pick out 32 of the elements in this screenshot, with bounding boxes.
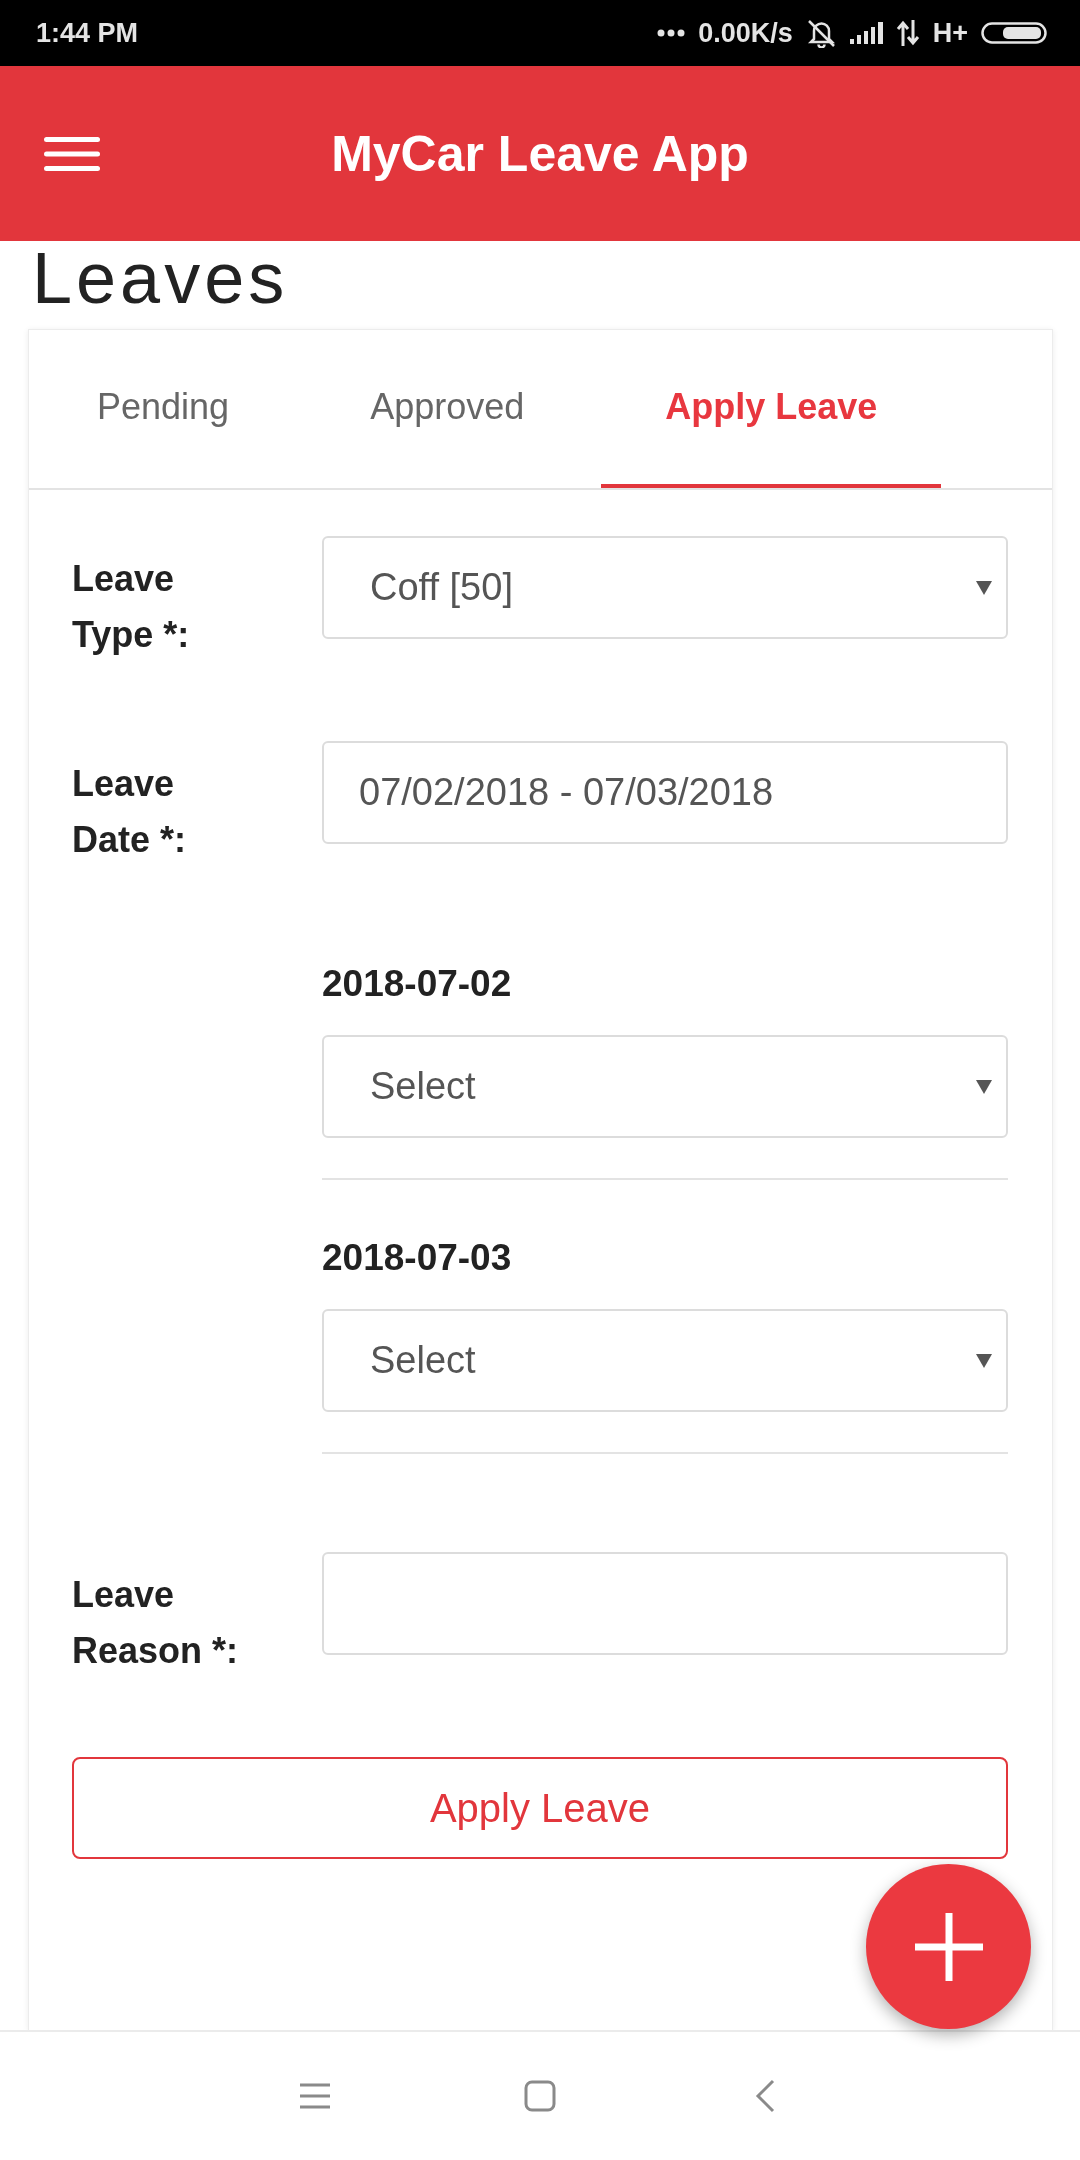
battery-icon [981,22,1047,44]
plus-icon [914,1912,983,1981]
caret-icon [976,580,992,595]
field-label: Leave Date *: [72,762,188,862]
menu-icon[interactable] [44,136,100,171]
status-time: 1:44 PM [36,17,139,49]
tab[interactable]: Approved [306,330,589,488]
muted-bell-icon [805,18,837,48]
apply-leave-button[interactable]: Apply Leave [72,1757,1008,1859]
caret-icon [976,1353,992,1368]
reason-input-field[interactable] [322,1552,1008,1655]
day-date-label: 2018-07-02 [322,962,513,1006]
tab[interactable]: Apply Leave [601,330,942,488]
caret-icon [976,1079,992,1094]
more-dots-icon [657,29,686,37]
field-label: Leave Reason *: [72,1573,240,1673]
home-square-icon[interactable] [524,2080,556,2112]
menu-icon[interactable] [300,2083,330,2109]
field-label: Leave Type *: [72,557,191,657]
tab[interactable]: Pending [33,330,294,488]
back-icon[interactable] [755,2079,775,2113]
page-heading: Leaves [32,241,289,315]
date-range-field[interactable]: 07/02/2018 - 07/03/2018 [322,741,1008,844]
signal-icon [849,22,883,44]
dropdown-select[interactable]: Select [322,1035,1008,1138]
dropdown-select[interactable]: Coff [50] [322,536,1008,639]
app-title: MyCar Leave App [331,124,749,183]
network-speed: 0.00K/s [698,17,793,49]
day-date-label: 2018-07-03 [322,1236,513,1280]
data-arrows-icon [895,20,920,46]
dropdown-select[interactable]: Select [322,1309,1008,1412]
network-type-label: H+ [932,17,968,49]
